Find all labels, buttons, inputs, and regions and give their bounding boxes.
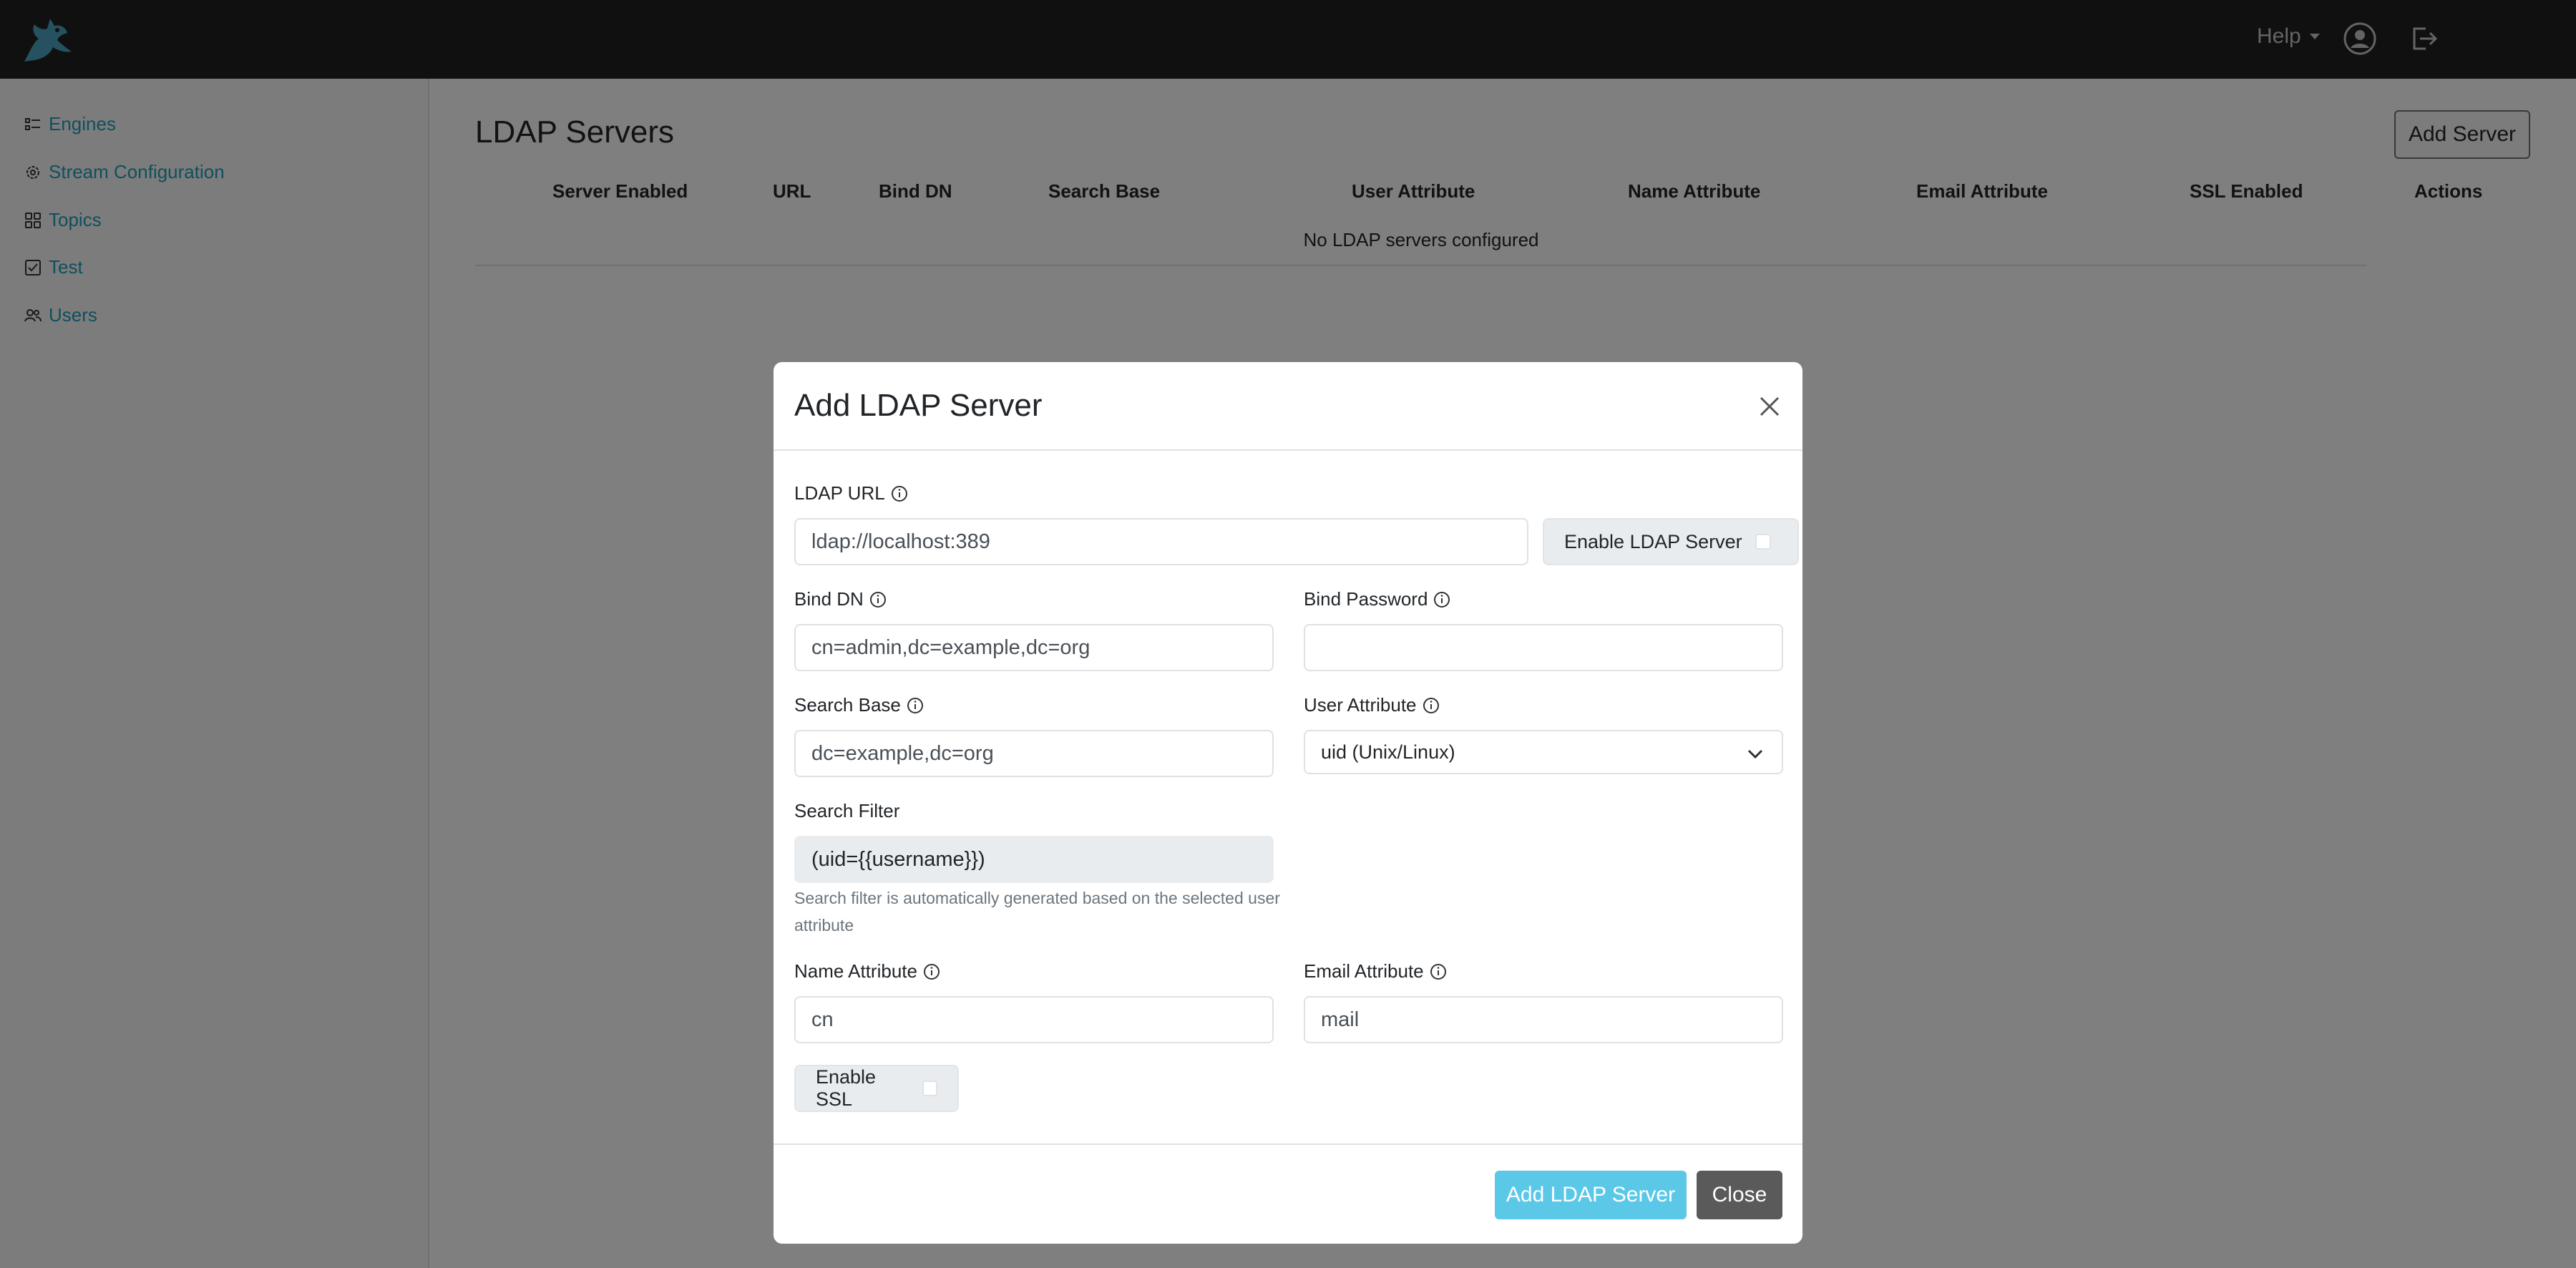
search-base-label-text: Search Base	[794, 694, 901, 716]
info-icon[interactable]	[923, 963, 940, 980]
info-icon[interactable]	[1423, 697, 1440, 714]
info-icon[interactable]	[907, 697, 924, 714]
ldap-url-input[interactable]: ldap://localhost:389	[794, 518, 1528, 565]
email-attribute-label: Email Attribute	[1304, 960, 1447, 982]
user-attribute-selected: uid (Unix/Linux)	[1321, 741, 1455, 763]
chevron-down-icon	[1747, 749, 1763, 759]
enable-ldap-server-toggle[interactable]: Enable LDAP Server	[1543, 518, 1799, 565]
name-attribute-input[interactable]: cn	[794, 996, 1274, 1043]
info-icon[interactable]	[869, 591, 887, 608]
modal-title: Add LDAP Server	[794, 388, 1043, 423]
search-filter-help: Search filter is automatically generated…	[794, 889, 1280, 935]
search-filter-input: (uid={{username}})	[794, 836, 1274, 883]
bind-password-input[interactable]	[1304, 624, 1783, 671]
bind-password-label: Bind Password	[1304, 588, 1450, 610]
bind-dn-input[interactable]: cn=admin,dc=example,dc=org	[794, 624, 1274, 671]
ldap-url-label: LDAP URL	[794, 482, 908, 504]
add-ldap-server-button[interactable]: Add LDAP Server	[1495, 1171, 1687, 1219]
search-base-label: Search Base	[794, 694, 924, 716]
info-icon[interactable]	[1433, 591, 1450, 608]
name-attribute-label-text: Name Attribute	[794, 960, 917, 982]
search-base-input[interactable]: dc=example,dc=org	[794, 730, 1274, 777]
user-attribute-select[interactable]: uid (Unix/Linux)	[1304, 730, 1783, 774]
bind-dn-label-text: Bind DN	[794, 588, 864, 610]
close-button[interactable]: Close	[1697, 1171, 1782, 1219]
enable-ldap-server-checkbox[interactable]	[1755, 534, 1771, 550]
enable-ssl-toggle[interactable]: Enable SSL	[794, 1065, 959, 1112]
info-icon[interactable]	[891, 485, 908, 502]
user-attribute-label: User Attribute	[1304, 694, 1440, 716]
search-filter-label: Search Filter	[794, 800, 900, 821]
bind-password-label-text: Bind Password	[1304, 588, 1428, 610]
name-attribute-label: Name Attribute	[794, 960, 940, 982]
email-attribute-label-text: Email Attribute	[1304, 960, 1424, 982]
ldap-url-label-text: LDAP URL	[794, 482, 885, 504]
add-ldap-server-modal: Add LDAP Server LDAP URL ldap://localhos…	[774, 362, 1802, 1244]
modal-header: Add LDAP Server	[774, 362, 1802, 451]
info-icon[interactable]	[1430, 963, 1447, 980]
user-attribute-label-text: User Attribute	[1304, 694, 1417, 716]
enable-ldap-server-label: Enable LDAP Server	[1564, 530, 1742, 552]
enable-ssl-checkbox[interactable]	[922, 1081, 937, 1096]
bind-dn-label: Bind DN	[794, 588, 887, 610]
close-icon[interactable]	[1758, 395, 1781, 418]
enable-ssl-label: Enable SSL	[816, 1066, 877, 1110]
email-attribute-input[interactable]: mail	[1304, 996, 1783, 1043]
